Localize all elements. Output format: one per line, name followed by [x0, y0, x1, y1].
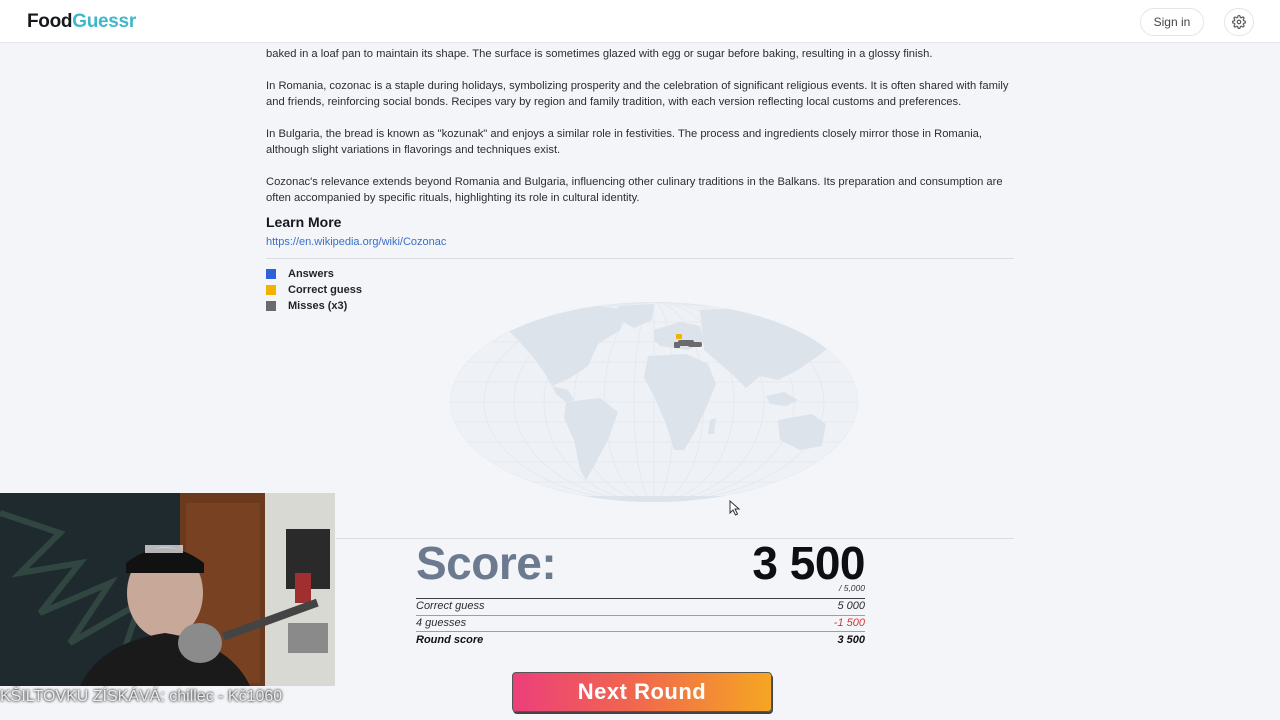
- article-paragraph: baked in a loaf pan to maintain its shap…: [266, 48, 933, 60]
- stream-ticker: KŠILTOVKU ZÍSKÁVÁ: chillec - Kč1060: [0, 688, 283, 705]
- score-row-correct-guess: Correct guess 5 000: [416, 600, 865, 616]
- top-bar: FoodGuessr Sign in: [0, 0, 1280, 43]
- world-map[interactable]: [448, 300, 860, 504]
- article-paragraph: Cozonac's relevance extends beyond Roman…: [266, 176, 1003, 204]
- map-legend: Answers Correct guess Misses (x3): [266, 266, 362, 314]
- score-label: Score:: [416, 537, 557, 589]
- learn-more-heading: Learn More: [266, 214, 342, 230]
- article-paragraph: In Bulgaria, the bread is known as "kozu…: [266, 128, 983, 156]
- sign-in-button[interactable]: Sign in: [1140, 8, 1204, 36]
- score-row-value: 3 500: [837, 634, 865, 646]
- legend-item-answers: Answers: [266, 266, 362, 282]
- legend-item-misses: Misses (x3): [266, 298, 362, 314]
- legend-label: Correct guess: [288, 284, 362, 296]
- score-divider: [416, 631, 865, 632]
- answers-swatch: [266, 269, 276, 279]
- miss-marker: [674, 342, 680, 348]
- score-divider: [416, 598, 865, 599]
- score-row-label: 4 guesses: [416, 617, 467, 629]
- score-divider: [416, 615, 865, 616]
- settings-button[interactable]: [1224, 8, 1254, 36]
- wikipedia-link[interactable]: https://en.wikipedia.org/wiki/Cozonac: [266, 236, 446, 248]
- legend-item-correct-guess: Correct guess: [266, 282, 362, 298]
- mouse-cursor-icon: [729, 500, 741, 516]
- correct-guess-marker: [676, 334, 682, 339]
- misses-swatch: [266, 301, 276, 311]
- article-paragraph: In Romania, cozonac is a staple during h…: [266, 80, 1009, 108]
- logo-part-guessr: Guessr: [72, 11, 136, 32]
- legend-label: Misses (x3): [288, 300, 348, 312]
- logo-part-food: Food: [27, 11, 73, 32]
- score-row-label: Round score: [416, 634, 484, 646]
- divider: [266, 258, 1014, 259]
- score-value: 3 500: [752, 537, 865, 589]
- score-row-value: -1 500: [833, 617, 865, 629]
- score-row-round-score: Round score 3 500: [416, 634, 865, 650]
- score-max: / 5,000: [839, 583, 865, 593]
- webcam-feed: [0, 493, 335, 686]
- score-row-value: 5 000: [837, 600, 865, 612]
- webcam-overlay: [0, 493, 335, 686]
- score-row-label: Correct guess: [416, 600, 485, 612]
- legend-label: Answers: [288, 268, 334, 280]
- miss-marker: [688, 342, 702, 347]
- correct-guess-swatch: [266, 285, 276, 295]
- gear-icon: [1232, 15, 1246, 29]
- next-round-button[interactable]: Next Round: [512, 672, 772, 712]
- logo[interactable]: FoodGuessr: [27, 11, 136, 33]
